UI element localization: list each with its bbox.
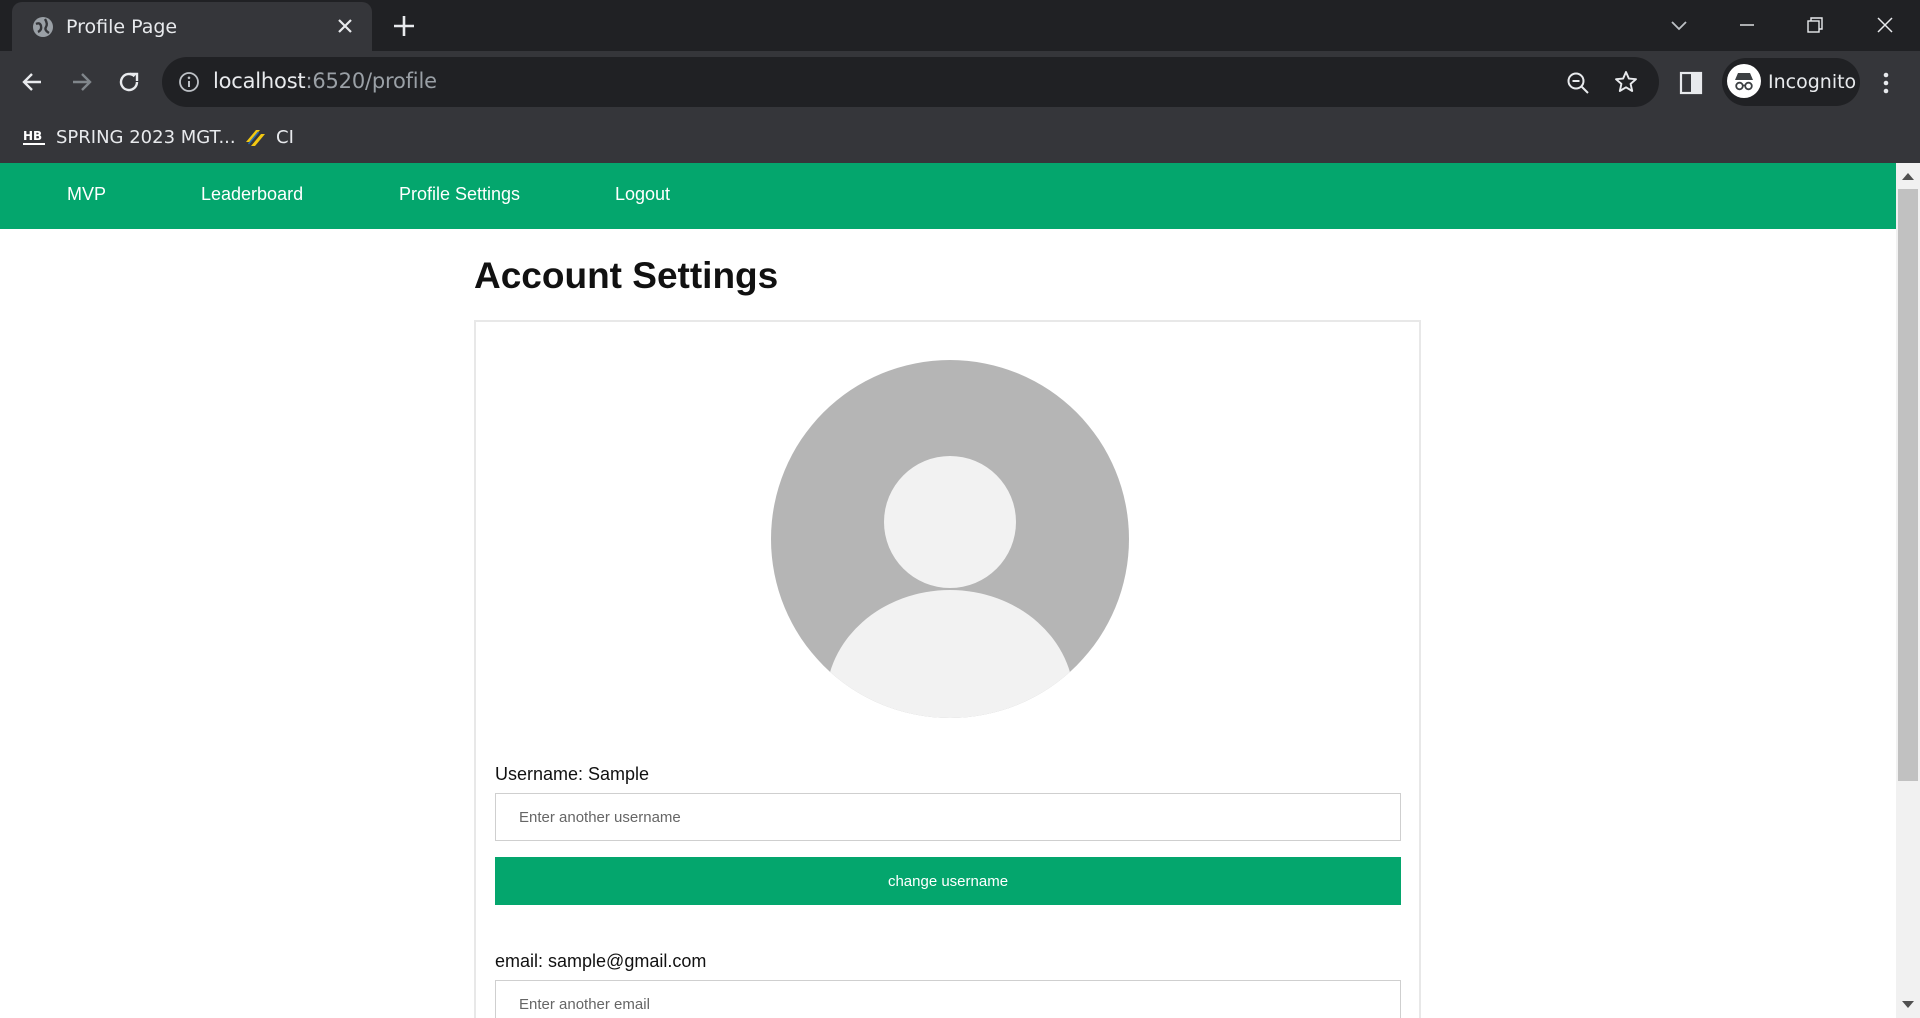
zoom-out-icon[interactable] (1565, 70, 1591, 96)
account-settings-card: Username: Sample change username email: … (474, 320, 1421, 1018)
new-tab-icon[interactable] (390, 12, 418, 40)
username-input[interactable] (495, 793, 1401, 841)
side-panel-icon[interactable] (1678, 70, 1704, 96)
nav-link-mvp[interactable]: MVP (67, 184, 106, 205)
browser-toolbar: localhost:6520/profile Incognito (0, 51, 1920, 113)
tab-strip: Profile Page (0, 0, 1920, 51)
incognito-label: Incognito (1768, 71, 1857, 93)
change-username-button[interactable]: change username (495, 857, 1401, 905)
tab-search-icon[interactable] (1664, 10, 1694, 40)
bookmark-spring-2023[interactable]: HB SPRING 2023 MGT... (22, 123, 236, 151)
close-window-icon[interactable] (1870, 10, 1900, 40)
svg-text:HB: HB (23, 129, 42, 143)
address-bar[interactable]: localhost:6520/profile (162, 57, 1659, 107)
back-icon[interactable] (15, 64, 51, 100)
top-navbar: MVP Leaderboard Profile Settings Logout (0, 163, 1896, 229)
incognito-profile-button[interactable]: Incognito (1722, 58, 1860, 106)
url-text: localhost:6520/profile (213, 69, 437, 93)
avatar-placeholder-icon[interactable] (771, 360, 1129, 718)
kebab-menu-icon[interactable] (1872, 69, 1900, 97)
page-title: Account Settings (474, 255, 779, 296)
restore-icon[interactable] (1800, 10, 1830, 40)
browser-tab[interactable]: Profile Page (12, 2, 372, 51)
minimize-icon[interactable] (1732, 10, 1762, 40)
nav-link-logout[interactable]: Logout (615, 184, 670, 205)
scroll-down-arrow-icon[interactable] (1902, 1001, 1914, 1008)
bookmark-star-icon[interactable] (1613, 69, 1639, 95)
bookmark-label: SPRING 2023 MGT... (56, 126, 236, 148)
username-label: Username: Sample (495, 764, 650, 784)
bookmark-ci[interactable]: CI (244, 123, 294, 151)
nav-link-leaderboard[interactable]: Leaderboard (201, 184, 303, 205)
globe-icon (33, 17, 53, 37)
email-input[interactable] (495, 980, 1401, 1018)
browser-chrome: Profile Page localhost:6520/profile Inco… (0, 0, 1920, 163)
tab-title: Profile Page (66, 16, 178, 38)
reload-icon[interactable] (111, 64, 147, 100)
bookmark-label: CI (276, 126, 294, 148)
close-tab-icon[interactable] (334, 15, 356, 37)
bookmarks-bar: HB SPRING 2023 MGT... CI (0, 113, 1920, 163)
incognito-icon (1727, 64, 1761, 98)
forward-icon[interactable] (63, 64, 99, 100)
scroll-up-arrow-icon[interactable] (1902, 173, 1914, 180)
nav-link-profile-settings[interactable]: Profile Settings (399, 184, 520, 205)
page-viewport: MVP Leaderboard Profile Settings Logout … (0, 163, 1896, 1018)
email-label: email: sample@gmail.com (495, 951, 707, 971)
site-info-icon[interactable] (178, 71, 200, 93)
page-scrollbar[interactable] (1896, 163, 1920, 1018)
hb-icon: HB (23, 129, 45, 145)
ci-icon (246, 130, 265, 146)
scrollbar-thumb[interactable] (1898, 189, 1918, 781)
